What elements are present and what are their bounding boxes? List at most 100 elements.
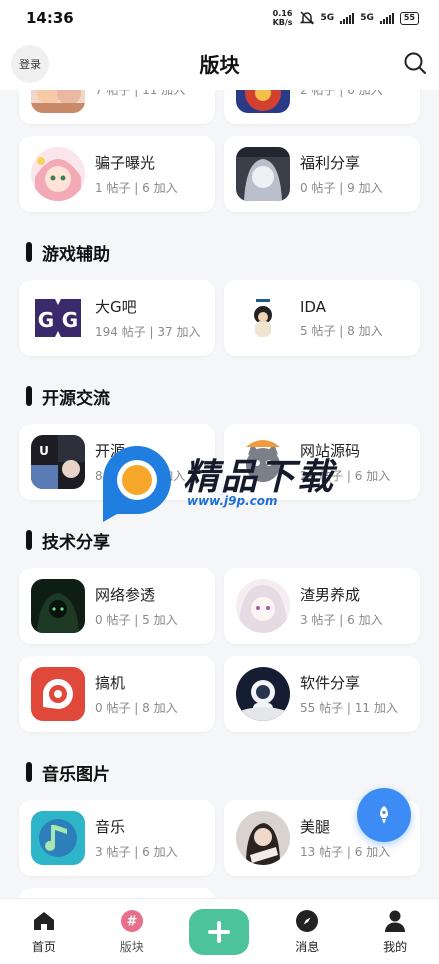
login-button[interactable]: 登录: [11, 45, 49, 83]
board-stats: 55 帖子 | 11 加入: [300, 701, 398, 715]
board-info: 2 帖子 | 6 加入: [300, 90, 383, 98]
board-stats: 8 帖子 | 13 加入: [95, 469, 186, 483]
board-card[interactable]: 网站源码 29 帖子 | 6 加入: [224, 424, 420, 500]
board-row: 网络参透 0 帖子 | 5 加入 渣男养成 3 帖子 | 6 加入: [0, 568, 439, 644]
nav-profile-label: 我的: [383, 940, 408, 954]
board-avatar: [31, 147, 85, 201]
board-row: 7 帖子 | 11 加入 2 帖子 | 6 加入: [0, 90, 439, 124]
board-card[interactable]: 福利分享 0 帖子 | 9 加入: [224, 136, 420, 212]
board-avatar: [236, 435, 290, 489]
plus-icon: [208, 920, 231, 943]
board-name: 大G吧: [95, 298, 137, 316]
board-stats: 3 帖子 | 6 加入: [300, 613, 383, 627]
board-row: 搞机 0 帖子 | 8 加入 软件分享 55 帖子 | 11 加入: [0, 656, 439, 732]
board-info: 渣男养成 3 帖子 | 6 加入: [300, 584, 383, 628]
board-name: IDA: [300, 297, 326, 316]
board-card[interactable]: 音乐 3 帖子 | 6 加入: [19, 800, 215, 876]
nav-boards[interactable]: # 版块: [88, 899, 176, 964]
section-bar: [26, 530, 32, 550]
svg-text:G: G: [62, 308, 78, 332]
board-avatar: [236, 147, 290, 201]
board-avatar: [236, 811, 290, 865]
nav-messages-label: 消息: [295, 940, 320, 954]
board-info: 软件分享 55 帖子 | 11 加入: [300, 672, 398, 716]
board-info: 搞机 0 帖子 | 8 加入: [95, 672, 178, 716]
rocket-fab-button[interactable]: [357, 788, 411, 842]
nav-create[interactable]: [176, 899, 264, 964]
board-avatar: [31, 811, 85, 865]
network-5g-label: 5G: [320, 13, 335, 23]
board-card[interactable]: 壁纸3 帖子 | 4 加入: [19, 888, 215, 898]
board-name: 福利分享: [300, 154, 361, 172]
user-icon: [385, 910, 406, 932]
battery-icon: 55: [399, 11, 419, 25]
board-stats: 13 帖子 | 6 加入: [300, 845, 391, 859]
board-avatar: [236, 90, 290, 113]
board-info: 音乐 3 帖子 | 6 加入: [95, 816, 178, 860]
board-card[interactable]: 搞机 0 帖子 | 8 加入: [19, 656, 215, 732]
board-avatar: [236, 667, 290, 721]
network-speed: 0.16 KB/s: [272, 9, 293, 27]
home-icon: [33, 912, 54, 930]
board-card[interactable]: U 开源 8 帖子 | 13 加入: [19, 424, 215, 500]
board-avatar: U: [31, 435, 85, 489]
board-stats: 0 帖子 | 5 加入: [95, 613, 178, 627]
board-info: IDA 5 帖子 | 8 加入: [300, 298, 383, 339]
board-stats: 2 帖子 | 6 加入: [300, 90, 383, 98]
board-stats: 3 帖子 | 6 加入: [95, 845, 178, 859]
board-stats: 7 帖子 | 11 加入: [95, 90, 185, 98]
board-card[interactable]: G G 大G吧 194 帖子 | 37 加入: [19, 280, 215, 356]
page-title: 版块: [199, 52, 240, 77]
board-stats: 0 帖子 | 8 加入: [95, 701, 178, 715]
board-card[interactable]: 渣男养成 3 帖子 | 6 加入: [224, 568, 420, 644]
board-avatar: [31, 667, 85, 721]
board-avatar: [31, 90, 85, 113]
board-card[interactable]: 网络参透 0 帖子 | 5 加入: [19, 568, 215, 644]
board-card[interactable]: 7 帖子 | 11 加入: [19, 90, 215, 124]
svg-text:#: #: [126, 915, 137, 930]
nav-boards-label: 版块: [119, 940, 144, 954]
board-info: 骗子曝光 1 帖子 | 6 加入: [95, 152, 178, 196]
board-info: 网络参透 0 帖子 | 5 加入: [95, 584, 178, 628]
board-name: 音乐: [95, 818, 126, 836]
compass-icon: [296, 910, 319, 932]
board-row: U 开源 8 帖子 | 13 加入 网站源码 29 帖子 | 6 加入: [0, 424, 439, 500]
status-icons: 0.16 KB/s 5G 5G 55: [273, 9, 419, 27]
board-avatar: [236, 579, 290, 633]
board-card[interactable]: 骗子曝光 1 帖子 | 6 加入: [19, 136, 215, 212]
board-info: 开源 8 帖子 | 13 加入: [95, 440, 185, 484]
bottom-nav: 首页 # 版块 消息 我的: [0, 898, 439, 964]
section-title: 游戏辅助: [42, 244, 110, 265]
network-5g-label-2: 5G: [360, 13, 374, 23]
rocket-icon: [380, 806, 388, 824]
board-avatar: [31, 579, 85, 633]
svg-text:U: U: [39, 444, 49, 458]
board-card[interactable]: 软件分享 55 帖子 | 11 加入: [224, 656, 420, 732]
signal-icon: [340, 12, 355, 24]
search-icon[interactable]: [403, 51, 427, 75]
board-stats: 29 帖子 | 6 加入: [300, 469, 391, 483]
nav-home-label: 首页: [31, 940, 56, 954]
section-title: 音乐图片: [42, 764, 110, 785]
svg-text:G: G: [38, 308, 54, 332]
status-time: 14:36: [26, 9, 74, 27]
forum-list[interactable]: 7 帖子 | 11 加入 2 帖子 | 6 加入骗子曝光 1 帖子 | 6 加入 福利…: [0, 90, 439, 898]
board-name: 网络参透: [95, 586, 156, 604]
create-post-button[interactable]: [189, 908, 250, 955]
nav-messages[interactable]: 消息: [263, 899, 351, 964]
top-header: 登录 版块: [0, 36, 439, 90]
board-name: 网站源码: [300, 442, 361, 460]
board-card[interactable]: 2 帖子 | 6 加入: [224, 90, 420, 124]
hashtag-icon: #: [120, 910, 143, 932]
mute-bell-icon: [299, 11, 314, 25]
board-card[interactable]: IDA 5 帖子 | 8 加入: [224, 280, 420, 356]
status-bar: 14:36 0.16 KB/s 5G 5G 55: [0, 0, 439, 36]
board-info: 7 帖子 | 11 加入: [95, 90, 185, 98]
board-info: 福利分享 0 帖子 | 9 加入: [300, 152, 383, 196]
section-bar: [26, 762, 32, 782]
board-row: 骗子曝光 1 帖子 | 6 加入 福利分享 0 帖子 | 9 加入: [0, 136, 439, 212]
board-stats: 1 帖子 | 6 加入: [95, 181, 178, 195]
board-name: 渣男养成: [300, 586, 361, 604]
nav-home[interactable]: 首页: [0, 899, 88, 964]
nav-profile[interactable]: 我的: [351, 899, 439, 964]
